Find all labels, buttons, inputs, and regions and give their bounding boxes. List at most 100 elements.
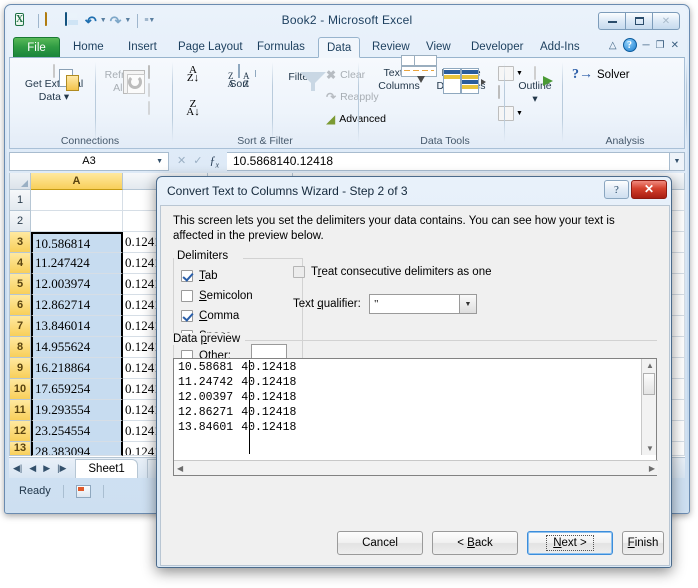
sort-descending-icon[interactable]: Z A↓ [182,99,204,118]
column-header-a[interactable]: A [31,173,123,190]
connection-edit-icon[interactable] [148,83,150,97]
next-button[interactable]: Next > [527,531,613,555]
refresh-all-button[interactable]: Refresh All ▾ [100,68,146,94]
minimize-button[interactable] [598,12,626,30]
close-window-icon[interactable]: ✕ [671,40,679,51]
formula-bar-buttons[interactable]: ✕ ✓ ƒx [169,153,227,169]
window-controls[interactable]: ✕ [598,12,680,30]
cancel-button[interactable]: Cancel [337,531,423,555]
last-sheet-icon[interactable]: |▶ [57,463,66,474]
edit-links-icon[interactable] [148,101,150,115]
dialog-close-button[interactable]: ✕ [631,180,667,199]
cell-a12[interactable]: 23.254554 [31,421,123,442]
row-header-1[interactable]: 1 [9,190,31,211]
cell-a11[interactable]: 19.293554 [31,400,123,421]
outline-button[interactable]: Outline ▾ [512,66,558,105]
restore-button[interactable] [625,12,653,30]
remove-duplicates-button[interactable]: Remove Duplicates [428,66,494,94]
tab-formulas[interactable]: Formulas [249,37,313,58]
collapse-ribbon-icon[interactable]: △ [609,40,617,51]
chevron-down-icon[interactable]: ▼ [156,158,163,165]
row-header-4[interactable]: 4 [9,253,31,274]
chevron-down-icon[interactable]: ▼ [459,295,476,313]
tab-home[interactable]: Home [65,37,112,58]
row-header-8[interactable]: 8 [9,337,31,358]
row-header-9[interactable]: 9 [9,358,31,379]
scroll-down-icon[interactable]: ▼ [646,444,654,453]
row-header-2[interactable]: 2 [9,211,31,232]
consolidate-button[interactable] [498,85,500,99]
dialog-help-button[interactable]: ? [604,180,629,199]
minimize-window-icon[interactable]: ─ [643,40,650,51]
cell-a6[interactable]: 12.862714 [31,295,123,316]
tab-page-layout[interactable]: Page Layout [170,37,251,58]
row-header-13[interactable]: 13 [9,442,31,456]
sheet-tab-sheet1[interactable]: Sheet1 [75,458,138,478]
row-header-7[interactable]: 7 [9,316,31,337]
insert-function-icon[interactable]: ƒx [209,153,219,169]
solver-button[interactable]: ?→ Solver [572,68,630,82]
ribbon-right-controls[interactable]: △ ? ─ ❐ ✕ [609,38,679,52]
cell-a13[interactable]: 28.383094 [31,442,123,456]
tab-developer[interactable]: Developer [463,37,531,58]
row-header-6[interactable]: 6 [9,295,31,316]
checkbox-comma-box[interactable] [181,310,193,322]
name-box[interactable]: A3 ▼ [9,151,169,171]
checkbox-tab-box[interactable] [181,270,193,282]
checkbox-consecutive-box[interactable] [293,266,305,278]
cancel-icon[interactable]: ✕ [177,154,186,167]
checkbox-semicolon[interactable]: Semicolon [181,290,253,302]
row-header-12[interactable]: 12 [9,421,31,442]
cell-a2[interactable] [31,211,123,232]
back-button[interactable]: < Back [432,531,518,555]
formula-input[interactable]: 10.5868140.12418 [227,151,670,171]
checkbox-semicolon-box[interactable] [181,290,193,302]
sort-ascending-icon[interactable]: A Z↓ [182,65,204,84]
tab-add-ins[interactable]: Add-Ins [532,37,588,58]
select-all-corner[interactable] [9,173,31,190]
ribbon-tab-strip[interactable]: File Home Insert Page Layout Formulas Da… [7,37,687,58]
restore-window-icon[interactable]: ❐ [656,40,665,51]
row-header-5[interactable]: 5 [9,274,31,295]
get-external-data-button[interactable]: Get External Data ▾ [18,64,90,103]
scroll-left-icon[interactable]: ◀ [177,464,183,473]
clear-filter-button[interactable]: ✖ Clear [326,68,365,82]
macro-record-icon[interactable] [75,484,91,498]
row-header-11[interactable]: 11 [9,400,31,421]
cell-a9[interactable]: 16.218864 [31,358,123,379]
checkbox-tab[interactable]: Tab [181,270,218,282]
preview-vscroll-thumb[interactable] [643,373,655,395]
help-icon[interactable]: ? [622,38,637,52]
first-sheet-icon[interactable]: ◀| [13,463,22,474]
cell-a3[interactable]: 10.586814 [31,232,123,253]
cell-a7[interactable]: 13.846014 [31,316,123,337]
connection-properties-icon[interactable] [148,65,150,79]
enter-icon[interactable]: ✓ [193,154,202,167]
checkbox-comma[interactable]: Comma [181,310,239,322]
cell-a1[interactable] [31,190,123,211]
close-button[interactable]: ✕ [652,12,680,30]
text-qualifier-combobox[interactable]: " ▼ [369,294,477,314]
cell-a4[interactable]: 11.247424 [31,253,123,274]
preview-vertical-scrollbar[interactable]: ▲ ▼ [641,359,656,455]
cell-a8[interactable]: 14.955624 [31,337,123,358]
cell-a10[interactable]: 17.659254 [31,379,123,400]
row-header-10[interactable]: 10 [9,379,31,400]
preview-horizontal-scrollbar[interactable]: ◀ ▶ [174,460,658,475]
dialog-window-controls[interactable]: ? ✕ [602,180,667,199]
preview-column-separator[interactable] [249,360,250,454]
finish-button[interactable]: Finish [622,531,664,555]
data-preview-box[interactable]: 10.58681 40.12418 11.24742 40.12418 12.003… [173,358,658,476]
sort-button[interactable]: AZ ZA Sort [210,64,268,90]
next-sheet-icon[interactable]: ▶ [43,463,50,474]
text-to-columns-button[interactable]: Text to Columns [370,55,437,92]
tab-file[interactable]: File [13,37,60,58]
previous-sheet-icon[interactable]: ◀ [29,463,36,474]
scroll-right-icon[interactable]: ▶ [649,464,655,473]
scroll-up-icon[interactable]: ▲ [646,361,654,370]
cell-a5[interactable]: 12.003974 [31,274,123,295]
tab-data[interactable]: Data [318,37,361,58]
tab-insert[interactable]: Insert [120,37,165,58]
row-header-3[interactable]: 3 [9,232,31,253]
expand-formula-bar-icon[interactable]: ▼ [670,151,685,171]
